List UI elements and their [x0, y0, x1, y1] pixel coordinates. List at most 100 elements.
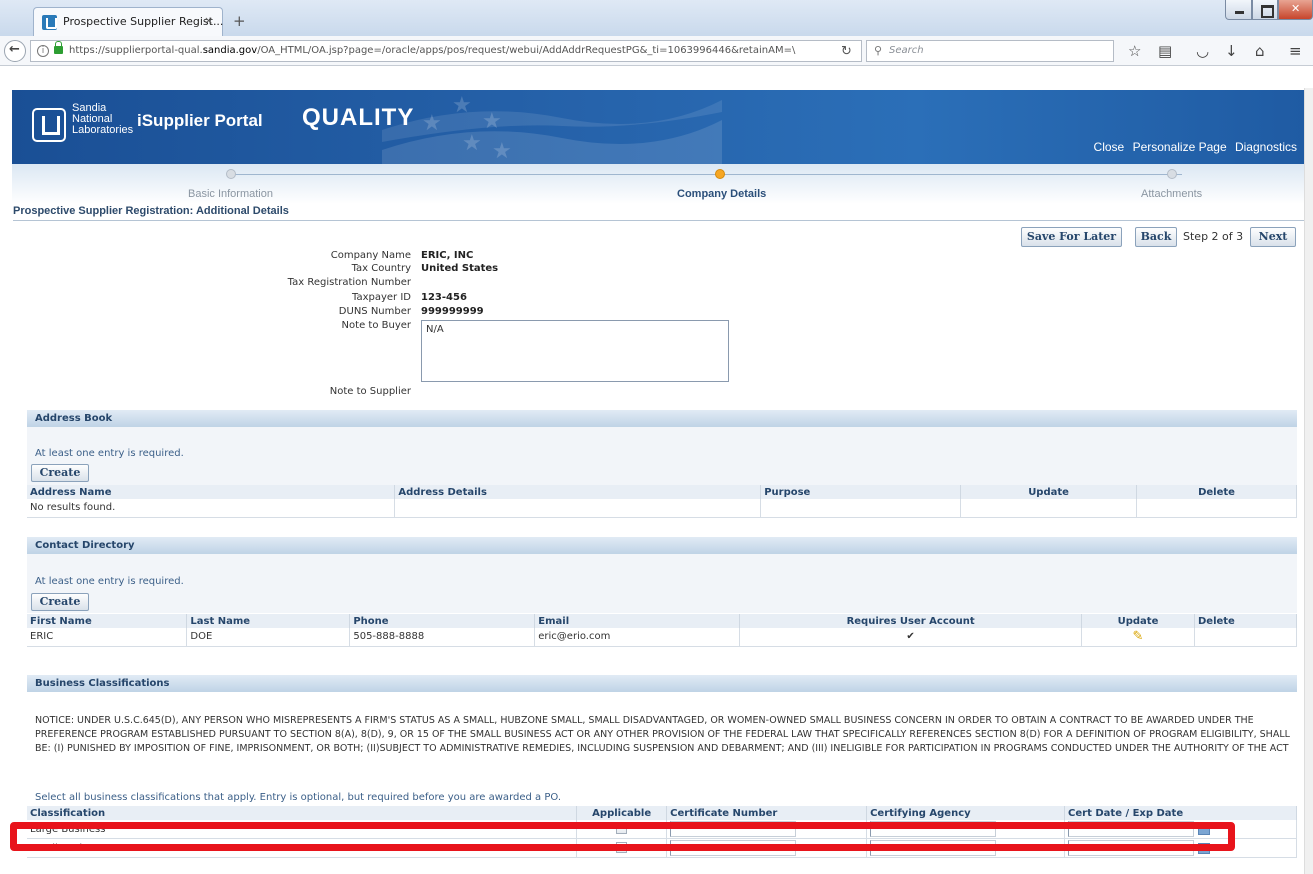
global-links: Close Personalize Page Diagnostics [1089, 140, 1297, 154]
address-book-header: Address Book [27, 410, 1297, 427]
reload-icon[interactable]: ↻ [841, 44, 852, 59]
address-create-button[interactable]: Create [31, 464, 89, 482]
email-cell: eric@erio.com [534, 628, 741, 647]
notice-text: NOTICE: UNDER U.S.C.645(D), ANY PERSON W… [35, 715, 1290, 754]
app-header: ★ ★ ★ ★ ★ Sandia National Laboratories iSuppli… [12, 90, 1305, 164]
contact-directory-body [27, 554, 1297, 613]
lock-icon [54, 41, 63, 54]
col-delete: Delete [1136, 485, 1297, 499]
note-to-buyer-textarea[interactable]: N/A [421, 320, 729, 382]
browser-navbar: i https://supplierportal-qual.sandia.gov… [0, 36, 1313, 66]
certifying-agency-input[interactable] [870, 821, 997, 837]
company-name-value: ERIC, INC [421, 250, 474, 261]
col-address-name: Address Name [27, 485, 396, 499]
classification-name: Small Business [27, 838, 578, 858]
close-link[interactable]: Close [1094, 140, 1125, 154]
browser-tab[interactable]: Prospective Supplier Regist... × [33, 7, 223, 36]
company-name-label: Company Name [330, 250, 411, 261]
save-for-later-button[interactable]: Save For Later [1021, 227, 1122, 247]
new-tab-icon[interactable]: + [233, 12, 246, 30]
tax-registration-label: Tax Registration Number [287, 277, 411, 288]
download-icon[interactable]: ↓ [1225, 42, 1238, 60]
progress-train: Basic Information Company Details Attach… [12, 164, 1305, 204]
pocket-icon[interactable]: ◡ [1196, 42, 1209, 60]
certifying-agency-input[interactable] [870, 840, 997, 856]
train-step-1-dot [226, 169, 236, 179]
note-to-buyer-label: Note to Buyer [341, 320, 411, 331]
window-maximize-button[interactable] [1252, 0, 1278, 20]
col-cert-date: Cert Date / Exp Date [1064, 806, 1297, 820]
contact-create-button[interactable]: Create [31, 593, 89, 611]
search-input[interactable]: ⚲ Search [866, 40, 1114, 62]
search-icon: ⚲ [874, 44, 883, 57]
empty-message: No results found. [27, 499, 396, 518]
col-certifying-agency: Certifying Agency [866, 806, 1066, 820]
svg-text:★: ★ [452, 93, 472, 118]
calendar-icon[interactable] [1198, 823, 1211, 835]
applicable-checkbox[interactable] [616, 842, 628, 854]
address-table: Address Name Address Details Purpose Upd… [27, 485, 1297, 518]
pencil-icon[interactable]: ✎ [1133, 629, 1144, 644]
step-indicator: Step 2 of 3 [1183, 230, 1244, 243]
update-cell: ✎ [1081, 628, 1195, 647]
col-update: Update [960, 485, 1138, 499]
personalize-page-link[interactable]: Personalize Page [1133, 140, 1227, 154]
back-button[interactable]: Back [1135, 227, 1177, 247]
window-minimize-button[interactable] [1225, 0, 1252, 20]
col-update: Update [1081, 614, 1195, 628]
info-icon[interactable]: i [37, 45, 49, 57]
environment-label: QUALITY [302, 104, 415, 131]
contact-hint: At least one entry is required. [35, 576, 184, 587]
classification-hint: Select all business classifications that… [35, 792, 562, 803]
col-applicable: Applicable [576, 806, 668, 820]
menu-icon[interactable]: ≡ [1289, 42, 1302, 60]
certificate-number-input[interactable] [670, 821, 797, 837]
browser-tab-strip: Prospective Supplier Regist... × + [0, 0, 1313, 36]
bookmark-star-icon[interactable]: ☆ [1128, 42, 1141, 60]
train-step-3-label[interactable]: Attachments [1141, 188, 1202, 200]
duns-value: 999999999 [421, 306, 484, 317]
duns-label: DUNS Number [338, 306, 411, 317]
train-step-1-label[interactable]: Basic Information [188, 188, 273, 200]
svg-text:★: ★ [492, 139, 512, 164]
window-close-button[interactable] [1278, 0, 1313, 20]
tab-close-icon[interactable]: × [204, 14, 213, 27]
col-email: Email [534, 614, 741, 628]
page-scrollbar[interactable] [1304, 88, 1313, 874]
flag-decoration: ★★★★ ★ [382, 93, 722, 164]
cert-date-input[interactable] [1068, 821, 1195, 837]
svg-text:★: ★ [482, 109, 502, 134]
requires-account-check-icon: ✔ [739, 628, 1083, 647]
col-purpose: Purpose [760, 485, 962, 499]
train-line [232, 174, 1182, 175]
table-row: Small Business [27, 838, 1297, 858]
diagnostics-link[interactable]: Diagnostics [1235, 140, 1297, 154]
classification-name: Large Business [27, 820, 578, 839]
address-book-body [27, 427, 1297, 485]
sandia-logo-icon [32, 108, 66, 142]
col-delete: Delete [1194, 614, 1298, 628]
calendar-icon[interactable] [1198, 842, 1211, 854]
tax-country-label: Tax Country [351, 263, 411, 274]
tab-title: Prospective Supplier Regist... [63, 15, 224, 28]
contact-directory-header: Contact Directory [27, 537, 1297, 554]
logo-text: Sandia National Laboratories [72, 102, 134, 136]
col-classification: Classification [27, 806, 578, 820]
search-placeholder: Search [889, 45, 924, 56]
phone-cell: 505-888-8888 [349, 628, 536, 647]
certificate-number-input[interactable] [670, 840, 797, 856]
browser-back-icon[interactable] [4, 40, 26, 62]
favicon-icon [42, 15, 57, 30]
brand-name: iSupplier Portal [137, 111, 263, 130]
next-button[interactable]: Next [1250, 227, 1296, 247]
applicable-checkbox[interactable] [616, 823, 628, 835]
address-bar[interactable]: i https://supplierportal-qual.sandia.gov… [30, 40, 862, 62]
first-name-cell: ERIC [27, 628, 188, 647]
train-step-3-dot [1167, 169, 1177, 179]
svg-text:★: ★ [462, 131, 482, 156]
page-title: Prospective Supplier Registration: Addit… [13, 205, 1305, 221]
cert-date-input[interactable] [1068, 840, 1195, 856]
home-icon[interactable]: ⌂ [1255, 42, 1265, 60]
col-first-name: First Name [27, 614, 188, 628]
reading-list-icon[interactable]: ▤ [1158, 42, 1172, 60]
